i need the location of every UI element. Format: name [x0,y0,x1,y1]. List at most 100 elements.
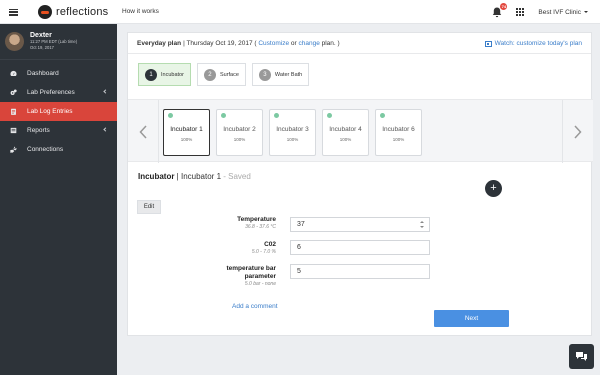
unit-percent: 100% [180,137,193,142]
step-number: 1 [145,68,157,81]
brand-logo[interactable]: reflections [38,5,108,19]
apps-grid-icon[interactable] [516,8,525,16]
co2-label: C02 5.0 - 7.0 % [252,241,276,256]
add-comment-link[interactable]: Add a comment [232,303,278,310]
temperature-label: Temperature 36.8 - 37.6 °C [237,216,276,231]
status-dot [274,113,279,118]
step-number: 3 [258,68,271,81]
carousel-prev-button[interactable] [128,100,158,163]
unit-card-incubator-4[interactable]: Incubator 4 100% [322,109,369,156]
sidebar-item-label: Lab Preferences [27,89,75,96]
sidebar-item-lab-preferences[interactable]: Lab Preferences [0,83,117,102]
how-it-works-link[interactable]: How it works [122,8,159,15]
unit-name: Incubator 4 [329,126,362,133]
plan-suffix: plan. ) [321,39,340,47]
tab-label: Incubator [161,71,184,78]
speedometer-icon [9,70,17,78]
plug-icon [9,146,17,154]
chat-icon [576,352,587,361]
edit-button[interactable]: Edit [137,200,161,214]
field-name: C02 [264,241,276,248]
sidebar-item-connections[interactable]: Connections [0,140,117,159]
hamburger-icon [9,8,18,16]
add-button[interactable]: + [485,180,502,197]
next-button[interactable]: Next [434,310,509,327]
tab-water-bath[interactable]: 3 Water Bath [251,63,310,86]
customize-link[interactable]: Customize [258,40,289,47]
plan-or: or [290,39,297,47]
status-dot [168,113,173,118]
chevron-down-icon [584,11,588,13]
field-value: 6 [297,244,301,251]
brand-name: reflections [56,6,109,18]
status-dot [327,113,332,118]
field-value: 5 [297,268,301,275]
unit-card-incubator-2[interactable]: Incubator 2 100% [216,109,263,156]
user-profile[interactable]: Dexter 11:27 PM EDT (Lab time) Oct 19, 2… [0,24,117,60]
unit-name: Incubator 2 [223,126,256,133]
section-type: Incubator [138,172,175,181]
clinic-dropdown[interactable]: Best IVF Clinic [538,9,588,16]
change-link[interactable]: change [298,40,319,47]
step-number: 2 [203,68,216,81]
unit-card-incubator-3[interactable]: Incubator 3 100% [269,109,316,156]
chevron-left-icon [139,124,147,139]
sidebar-menu: Dashboard Lab Preferences Lab Log Entrie… [0,64,117,159]
cogs-icon [9,89,17,97]
unit-name: Incubator 6 [382,126,415,133]
tab-surface[interactable]: 2 Surface [196,63,246,86]
unit-percent: 100% [339,137,352,142]
carousel-next-button[interactable] [563,100,593,163]
status-dot [221,113,226,118]
chevron-down-icon [103,127,108,132]
menu-toggle-button[interactable] [0,0,27,24]
unit-percent: 100% [233,137,246,142]
spinner-icon[interactable] [420,221,424,229]
user-name: Dexter [30,32,52,39]
field-range: 36.8 - 37.6 °C [245,224,276,230]
clinic-name: Best IVF Clinic [538,8,581,16]
sidebar-item-dashboard[interactable]: Dashboard [0,64,117,83]
sidebar-item-lab-log-entries[interactable]: Lab Log Entries [0,102,117,121]
chat-button[interactable] [569,344,594,369]
co2-input[interactable]: 6 [290,240,430,255]
plan-date: | Thursday Oct 19, 2017 ( [183,39,257,47]
sidebar-item-reports[interactable]: Reports [0,121,117,140]
field-name: Temperature [237,216,276,223]
temperature-input[interactable]: 37 [290,217,430,232]
unit-name: Incubator 1 [170,126,203,133]
unit-card-incubator-6[interactable]: Incubator 6 100% [375,109,422,156]
sidebar-item-label: Dashboard [27,70,59,77]
equipment-tabs: 1 Incubator 2 Surface 3 Water Bath [138,63,315,86]
sidebar-item-label: Lab Log Entries [27,108,73,115]
temperature-bar-label: temperature bar parameter 5.0 bar - none [206,265,277,288]
unit-cards: Incubator 1 100% Incubator 2 100% Incuba… [163,109,428,156]
plus-icon: + [490,182,497,194]
section-unit: Incubator 1 [180,172,222,181]
main-panel: Everyday plan | Thursday Oct 19, 2017 ( … [127,32,593,336]
report-icon [9,127,17,135]
field-range: 5.0 bar - none [244,281,276,287]
divider [158,100,159,163]
sidebar-item-label: Connections [27,146,64,153]
field-value: 37 [297,221,305,228]
tab-label: Water Bath [274,71,303,78]
clipboard-icon [9,108,17,116]
unit-percent: 100% [286,137,299,142]
section-title: Incubator | Incubator 1 - Saved [138,172,251,181]
plan-title: Everyday plan [137,39,182,47]
field-range: 5.0 - 7.0 % [251,249,276,255]
unit-card-incubator-1[interactable]: Incubator 1 100% [163,109,210,156]
lab-date: Oct 19, 2017 [30,45,54,50]
unit-name: Incubator 3 [276,126,309,133]
tab-incubator[interactable]: 1 Incubator [138,63,191,86]
top-bar: reflections How it works 74 Best IVF Cli… [0,0,600,24]
sidebar: Dexter 11:27 PM EDT (Lab time) Oct 19, 2… [0,24,117,375]
temperature-bar-input[interactable]: 5 [290,264,430,279]
watch-label: Watch: customize today's plan [494,40,582,47]
save-status: - Saved [221,172,251,181]
notifications-button[interactable]: 74 [492,2,508,18]
watch-video-link[interactable]: Watch: customize today's plan [484,40,582,47]
logo-icon [38,5,52,19]
avatar [5,32,24,51]
